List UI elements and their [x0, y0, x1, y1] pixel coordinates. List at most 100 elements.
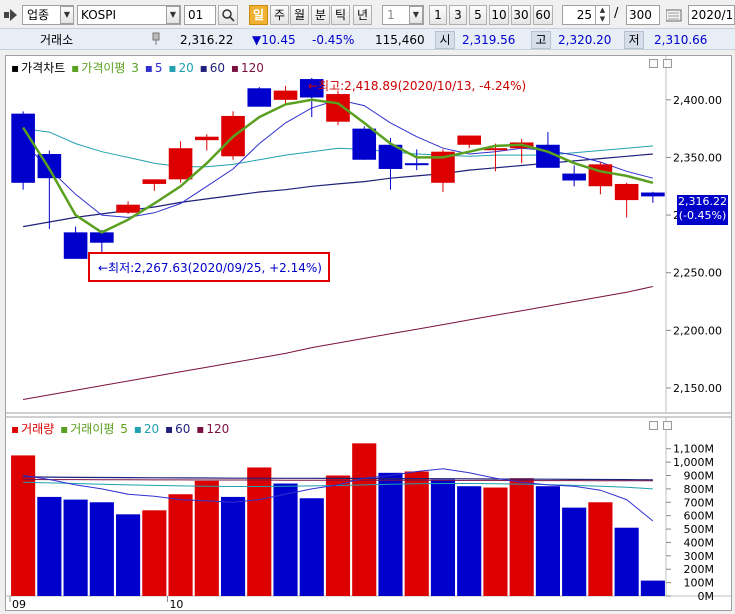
candle-body: [142, 179, 167, 184]
volume-ma-label: 거래이평: [70, 422, 115, 436]
price-change: ▼10.45: [252, 33, 296, 47]
volume-bar: [63, 499, 88, 596]
volume-tick-label: 800M: [684, 483, 715, 496]
candle-body: [11, 113, 35, 183]
settings-icon[interactable]: [665, 8, 682, 22]
volume-ma20-label: 20: [143, 422, 160, 436]
volume-ma60-label: 60: [175, 422, 191, 436]
low-value: 2,310.66: [654, 33, 708, 47]
volume-ma5-label: 5: [120, 422, 128, 436]
high-annotation: ←최고:2,418.89(2020/10/13, -4.24%): [308, 79, 527, 93]
volume-bar: [640, 580, 665, 596]
candle-body: [273, 90, 298, 100]
volume-legend: ▪ 거래량 ▪ 거래이평 5 ▪ 20 ▪ 60 ▪ 120: [11, 422, 230, 436]
interval-button-30[interactable]: 30: [511, 5, 531, 25]
volume-bar: [142, 510, 167, 596]
volume-tick-label: 300M: [684, 550, 715, 563]
price-ma20-label: 20: [178, 61, 194, 75]
volume-bar: [37, 496, 62, 596]
quote-bar: 거래소 2,316.22 ▼10.45 -0.45% 115,460 시 2,3…: [0, 28, 735, 50]
candle-body: [116, 204, 140, 213]
volume-bar: [325, 475, 351, 596]
period-button-3[interactable]: 분: [311, 5, 330, 25]
current-price: 2,316.22: [180, 33, 234, 47]
volume-tick-label: 600M: [684, 510, 715, 523]
price-ma-label: 가격이평: [81, 61, 126, 75]
index-dropdown-icon[interactable]: ▼: [166, 6, 180, 24]
search-button[interactable]: [218, 5, 238, 25]
price-tick-label: 2,400.00: [673, 94, 722, 107]
period-button-5[interactable]: 년: [353, 5, 372, 25]
volume-panel-minimize-icon[interactable]: [649, 421, 658, 430]
date-tick-label: 09: [12, 598, 26, 610]
chart-svg: 2,400.002,350.002,300.002,250.002,200.00…: [6, 56, 731, 610]
price-ma120-label: 120: [241, 61, 264, 75]
candle-body: [404, 163, 429, 166]
candle-body: [326, 94, 350, 122]
volume-bar: [168, 494, 193, 596]
date-input[interactable]: 2020/10/: [688, 5, 735, 25]
volume-value: 115,460: [375, 33, 425, 47]
volume-tick-label: 900M: [684, 469, 715, 482]
volume-tick-label: 100M: [684, 577, 715, 590]
volume-chart-title: 거래량: [21, 422, 55, 436]
candle-body: [457, 135, 482, 145]
period-button-4[interactable]: 틱: [331, 5, 350, 25]
low-annotation: ←최저:2,267.63(2020/09/25, +2.14%): [98, 261, 322, 275]
volume-bar: [378, 472, 403, 596]
volume-tick-label: 1,000M: [673, 456, 714, 469]
volume-bar: [273, 483, 298, 596]
volume-bar: [299, 498, 324, 596]
interval-button-1[interactable]: 1: [429, 5, 447, 25]
volume-bar: [509, 478, 534, 596]
code-input[interactable]: 01: [184, 5, 216, 25]
volume-bar: [404, 471, 429, 596]
total-input[interactable]: 300: [626, 5, 660, 25]
current-price-box: 2,316.22 (-0.45%): [677, 195, 728, 225]
market-label: 거래소: [40, 33, 74, 47]
interval-button-60[interactable]: 60: [533, 5, 553, 25]
menu-arrow-icon[interactable]: [4, 9, 18, 21]
volume-bar: [194, 480, 219, 596]
market-type-dropdown-icon[interactable]: ▼: [60, 6, 74, 24]
volume-bar: [457, 486, 482, 596]
interval-button-10[interactable]: 10: [489, 5, 509, 25]
period-button-0[interactable]: 일: [249, 5, 268, 25]
price-panel-minimize-icon[interactable]: [649, 59, 658, 68]
price-ma120-line: [23, 286, 654, 400]
interval-button-3[interactable]: 3: [449, 5, 467, 25]
volume-tick-label: 500M: [684, 523, 715, 536]
volume-tick-label: 0M: [698, 590, 715, 603]
volume-bar: [220, 496, 246, 596]
search-icon: [222, 9, 235, 22]
price-chart-title: 가격차트: [21, 61, 66, 75]
chart-area[interactable]: 2,400.002,350.002,300.002,250.002,200.00…: [5, 55, 732, 611]
interval-button-5[interactable]: 5: [469, 5, 487, 25]
pin-icon[interactable]: [150, 32, 162, 46]
toolbar: 업종 ▼ KOSPI ▼ 01 일주월분틱년 1 ▼ 1 3 5 10 30 60 25 …: [0, 0, 735, 30]
price-ma5-label: 5: [154, 61, 163, 75]
candle-body: [614, 183, 639, 201]
volume-tick-label: 200M: [684, 563, 715, 576]
period-button-1[interactable]: 주: [270, 5, 289, 25]
period-button-2[interactable]: 월: [290, 5, 309, 25]
volume-bar: [614, 527, 639, 596]
candle-body: [63, 232, 88, 259]
volume-bar: [588, 502, 613, 596]
candle-body: [641, 192, 665, 197]
low-label: 저: [624, 31, 644, 49]
candle-body: [90, 232, 114, 243]
candle-body: [194, 136, 219, 141]
interval-dropdown-icon[interactable]: ▼: [409, 6, 423, 24]
open-value: 2,319.56: [462, 33, 516, 47]
volume-panel-close-icon[interactable]: [663, 421, 672, 430]
candle-body: [247, 88, 272, 107]
price-panel-close-icon[interactable]: [663, 59, 672, 68]
high-label: 고: [531, 31, 551, 49]
current-price-box-rate: (-0.45%): [678, 209, 727, 222]
volume-bar: [89, 502, 114, 596]
current-price-box-value: 2,316.22: [678, 195, 727, 208]
count-spinner[interactable]: ▲ ▼: [595, 6, 609, 24]
price-tick-label: 2,200.00: [673, 324, 722, 337]
candle-body: [352, 128, 377, 160]
